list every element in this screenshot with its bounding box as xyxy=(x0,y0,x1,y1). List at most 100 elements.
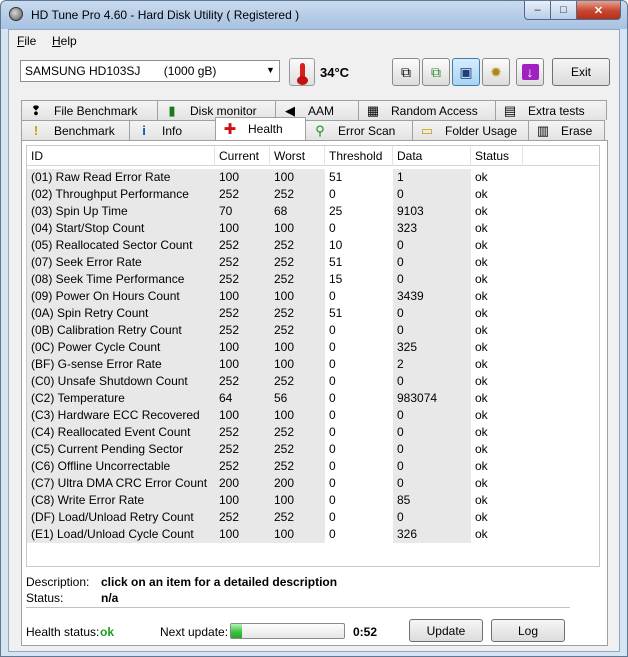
table-row[interactable]: (0A) Spin Retry Count 252 252 51 0 ok xyxy=(27,305,599,322)
cell-data: 0 xyxy=(393,186,471,203)
update-progress-fill xyxy=(231,624,243,638)
save-button[interactable]: ▣ xyxy=(452,58,480,86)
cell-threshold: 0 xyxy=(329,221,336,235)
cell-status: ok xyxy=(475,391,488,405)
col-header-id[interactable]: ID xyxy=(27,146,215,166)
table-row[interactable]: (DF) Load/Unload Retry Count 252 252 0 0 ok xyxy=(27,509,599,526)
col-header-data[interactable]: Data xyxy=(393,146,471,166)
tab-extra-tests[interactable]: ▤ Extra tests xyxy=(495,100,607,120)
tab-random-access[interactable]: ▦ Random Access xyxy=(358,100,496,120)
tab-health[interactable]: ✚ Health xyxy=(215,117,306,140)
table-row[interactable]: (09) Power On Hours Count 100 100 0 3439 ok xyxy=(27,288,599,305)
table-row[interactable]: (02) Throughput Performance 252 252 0 0 ok xyxy=(27,186,599,203)
cell-data: 326 xyxy=(393,526,471,543)
cell-worst: 252 xyxy=(270,271,325,288)
cell-threshold: 0 xyxy=(329,510,336,524)
update-button[interactable]: Update xyxy=(409,619,483,642)
menu-help-label: elp xyxy=(60,34,77,48)
cell-id: (C4) Reallocated Event Count xyxy=(27,424,215,441)
tab-info[interactable]: i Info xyxy=(129,120,216,140)
cell-threshold: 51 xyxy=(329,306,343,320)
cell-data: 0 xyxy=(393,458,471,475)
table-row[interactable]: (BF) G-sense Error Rate 100 100 0 2 ok xyxy=(27,356,599,373)
col-header-worst[interactable]: Worst xyxy=(270,146,325,166)
tab-benchmark[interactable]: ! Benchmark xyxy=(21,120,130,140)
menu-help[interactable]: Help xyxy=(52,34,77,48)
cell-worst: 252 xyxy=(270,305,325,322)
cell-worst: 100 xyxy=(270,407,325,424)
minimize-button[interactable]: – xyxy=(524,1,551,20)
table-row[interactable]: (05) Reallocated Sector Count 252 252 10 0 ok xyxy=(27,237,599,254)
cell-status: ok xyxy=(475,306,488,320)
download-button[interactable]: ↓ xyxy=(516,58,544,86)
table-row[interactable]: (03) Spin Up Time 70 68 25 9103 ok xyxy=(27,203,599,220)
col-header-status[interactable]: Status xyxy=(471,146,523,166)
exit-button[interactable]: Exit xyxy=(552,58,610,86)
tab-label: Info xyxy=(162,123,183,138)
copy-icon: ⧉ xyxy=(401,63,411,80)
close-button[interactable]: ✕ xyxy=(577,1,621,20)
title-bar[interactable]: HD Tune Pro 4.60 - Hard Disk Utility ( R… xyxy=(1,1,627,29)
cell-data: 0 xyxy=(393,509,471,526)
tab-label: Disk monitor xyxy=(190,103,257,118)
cell-threshold: 0 xyxy=(329,442,336,456)
tab-error-scan[interactable]: ⚲ Error Scan xyxy=(305,120,413,140)
table-row[interactable]: (E1) Load/Unload Cycle Count 100 100 0 326 ok xyxy=(27,526,599,543)
cell-current: 100 xyxy=(215,407,270,424)
cell-data: 0 xyxy=(393,424,471,441)
extra-tests-icon: ▤ xyxy=(503,102,517,118)
cell-current: 200 xyxy=(215,475,270,492)
cell-id: (C2) Temperature xyxy=(27,390,215,407)
disk-monitor-icon: ▮ xyxy=(168,102,176,118)
cell-id: (E1) Load/Unload Cycle Count xyxy=(27,526,215,543)
table-row[interactable]: (C8) Write Error Rate 100 100 0 85 ok xyxy=(27,492,599,509)
options-button[interactable]: ✹ xyxy=(482,58,510,86)
table-row[interactable]: (01) Raw Read Error Rate 100 100 51 1 ok xyxy=(27,169,599,186)
table-row[interactable]: (C5) Current Pending Sector 252 252 0 0 ok xyxy=(27,441,599,458)
cell-threshold: 0 xyxy=(329,289,336,303)
cell-worst: 100 xyxy=(270,339,325,356)
cell-current: 252 xyxy=(215,322,270,339)
cell-current: 100 xyxy=(215,526,270,543)
table-row[interactable]: (0B) Calibration Retry Count 252 252 0 0 ok xyxy=(27,322,599,339)
table-row[interactable]: (04) Start/Stop Count 100 100 0 323 ok xyxy=(27,220,599,237)
cell-current: 252 xyxy=(215,458,270,475)
col-header-threshold[interactable]: Threshold xyxy=(325,146,393,166)
cell-worst: 100 xyxy=(270,526,325,543)
temperature-readout: 34°C xyxy=(320,65,350,80)
table-row[interactable]: (C7) Ultra DMA CRC Error Count 200 200 0 0 ok xyxy=(27,475,599,492)
tab-folder-usage[interactable]: ▭ Folder Usage xyxy=(412,120,529,140)
col-header-current[interactable]: Current xyxy=(215,146,270,166)
table-row[interactable]: (C2) Temperature 64 56 0 983074 ok xyxy=(27,390,599,407)
table-row[interactable]: (C6) Offline Uncorrectable 252 252 0 0 ok xyxy=(27,458,599,475)
folder-icon: ▭ xyxy=(420,122,434,138)
tab-file-benchmark[interactable]: ❢ File Benchmark xyxy=(21,100,158,120)
table-row[interactable]: (C0) Unsafe Shutdown Count 252 252 0 0 ok xyxy=(27,373,599,390)
maximize-button[interactable]: □ xyxy=(551,1,577,20)
drive-select-value: SAMSUNG HD103SJ (1000 gB) xyxy=(25,64,217,78)
cell-threshold: 0 xyxy=(329,408,336,422)
table-row[interactable]: (C3) Hardware ECC Recovered 100 100 0 0 ok xyxy=(27,407,599,424)
cell-worst: 252 xyxy=(270,509,325,526)
cell-threshold: 15 xyxy=(329,272,343,286)
table-row[interactable]: (C4) Reallocated Event Count 252 252 0 0 ok xyxy=(27,424,599,441)
log-button[interactable]: Log xyxy=(491,619,565,642)
cell-id: (07) Seek Error Rate xyxy=(27,254,215,271)
copy-button[interactable]: ⧉ xyxy=(392,58,420,86)
table-row[interactable]: (0C) Power Cycle Count 100 100 0 325 ok xyxy=(27,339,599,356)
table-row[interactable]: (07) Seek Error Rate 252 252 51 0 ok xyxy=(27,254,599,271)
cell-current: 252 xyxy=(215,271,270,288)
cell-worst: 252 xyxy=(270,373,325,390)
cell-data: 0 xyxy=(393,407,471,424)
cell-status: ok xyxy=(475,442,488,456)
table-row[interactable]: (08) Seek Time Performance 252 252 15 0 ok xyxy=(27,271,599,288)
cell-worst: 100 xyxy=(270,492,325,509)
menu-file[interactable]: File xyxy=(17,34,36,48)
tab-erase[interactable]: ▥ Erase xyxy=(528,120,605,140)
copy-results-button[interactable]: ⧉ xyxy=(422,58,450,86)
drive-select[interactable]: SAMSUNG HD103SJ (1000 gB) ▼ xyxy=(20,60,280,82)
status-label: Status: xyxy=(26,591,64,605)
health-cross-icon: ✚ xyxy=(223,121,237,138)
minimize-icon: – xyxy=(534,4,541,16)
cell-id: (DF) Load/Unload Retry Count xyxy=(27,509,215,526)
